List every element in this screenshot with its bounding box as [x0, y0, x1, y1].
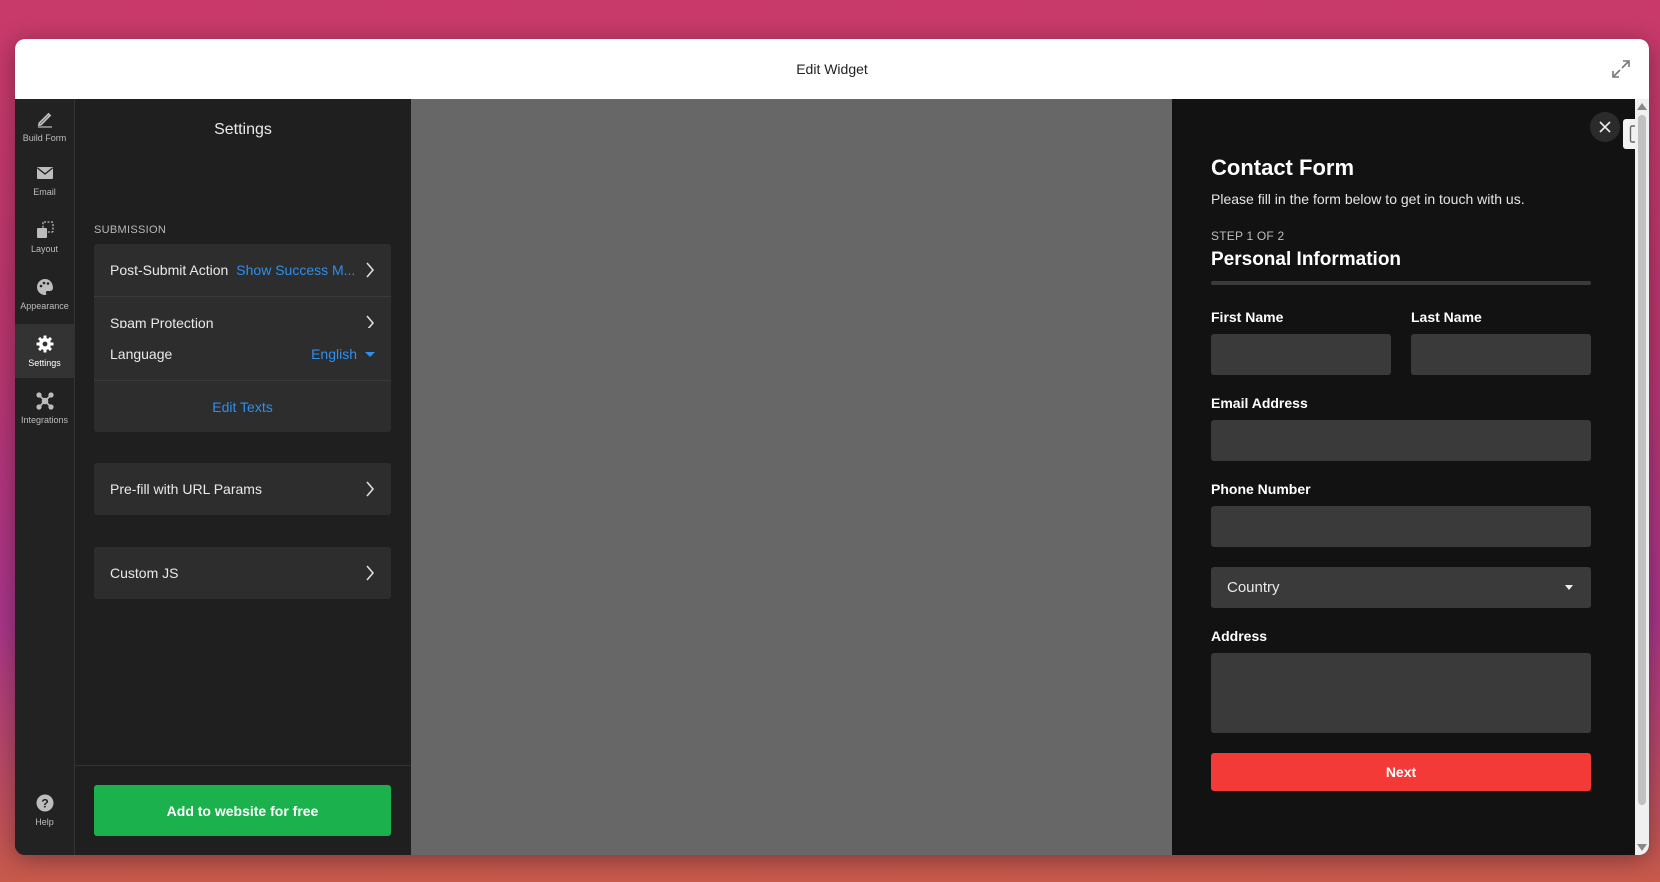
rail-item-email[interactable]: Email — [15, 153, 74, 207]
edit-texts-link[interactable]: Edit Texts — [94, 380, 391, 432]
settings-panel: Settings SUBMISSION Post-Submit Action S… — [75, 99, 411, 855]
email-input[interactable] — [1211, 420, 1591, 461]
address-input[interactable] — [1211, 653, 1591, 733]
integrations-icon — [35, 392, 54, 410]
rail-label: Build Form — [22, 133, 67, 143]
email-label: Email Address — [1211, 395, 1308, 411]
rail-item-settings[interactable]: Settings — [15, 324, 74, 378]
window-title: Edit Widget — [796, 61, 868, 77]
form-preview: Contact Form Please fill in the form bel… — [1172, 99, 1649, 855]
preview-scrollbar[interactable] — [1635, 99, 1649, 855]
step-indicator: STEP 1 OF 2 — [1211, 229, 1285, 243]
post-submit-label: Post-Submit Action — [110, 262, 229, 278]
rail-label: Appearance — [20, 301, 69, 311]
titlebar: Edit Widget — [15, 39, 1649, 99]
first-name-label: First Name — [1211, 309, 1284, 325]
section-label-submission: SUBMISSION — [94, 224, 167, 236]
rail-label: Help — [35, 817, 54, 827]
language-select[interactable]: English — [311, 346, 375, 362]
layout-icon — [36, 221, 54, 238]
prefill-label: Pre-fill with URL Params — [110, 481, 262, 497]
add-to-website-button[interactable]: Add to website for free — [94, 785, 391, 836]
palette-icon — [36, 279, 53, 295]
caret-down-icon — [365, 351, 375, 357]
close-preview-button[interactable] — [1590, 112, 1620, 142]
rail-item-layout[interactable]: Layout — [15, 210, 74, 264]
rail-label: Settings — [28, 358, 61, 368]
custom-js-card: Custom JS — [94, 547, 391, 599]
last-name-label: Last Name — [1411, 309, 1482, 325]
custom-js-label: Custom JS — [110, 565, 179, 581]
chevron-right-icon — [366, 262, 375, 278]
scrollbar-thumb[interactable] — [1638, 115, 1646, 805]
prefill-url-params-row[interactable]: Pre-fill with URL Params — [94, 463, 391, 515]
close-icon — [1599, 121, 1611, 133]
phone-input[interactable] — [1211, 506, 1591, 547]
first-name-input[interactable] — [1211, 334, 1391, 375]
chevron-right-icon — [366, 481, 375, 497]
prefill-card: Pre-fill with URL Params — [94, 463, 391, 515]
country-select[interactable]: Country — [1211, 567, 1591, 608]
phone-label: Phone Number — [1211, 481, 1311, 497]
form-subtitle: Please fill in the form below to get in … — [1211, 191, 1525, 207]
post-submit-value: Show Success M... — [236, 262, 356, 278]
language-label: Language — [110, 346, 173, 362]
form-title: Contact Form — [1211, 155, 1354, 180]
language-value: English — [311, 346, 357, 362]
chevron-right-icon — [366, 565, 375, 581]
edit-widget-window: Edit Widget Build Form Email Layout Appe… — [15, 39, 1649, 855]
step-progress-bar — [1211, 281, 1591, 285]
scroll-up-icon[interactable] — [1637, 103, 1647, 110]
icon-rail: Build Form Email Layout Appearance Setti… — [15, 99, 75, 855]
rail-item-appearance[interactable]: Appearance — [15, 267, 74, 321]
next-button[interactable]: Next — [1211, 753, 1591, 791]
gear-icon — [36, 335, 53, 353]
custom-js-row[interactable]: Custom JS — [94, 547, 391, 599]
address-label: Address — [1211, 628, 1268, 644]
country-select-value: Country — [1227, 579, 1280, 596]
last-name-input[interactable] — [1411, 334, 1591, 375]
editor-canvas — [411, 99, 1172, 855]
rail-label: Email — [33, 187, 56, 197]
rail-item-help[interactable]: ? Help — [15, 783, 74, 837]
language-card: Language English Edit Texts — [94, 328, 391, 432]
svg-text:?: ? — [41, 797, 48, 811]
settings-footer: Add to website for free — [75, 765, 411, 855]
envelope-icon — [36, 167, 53, 179]
scroll-down-icon[interactable] — [1637, 844, 1647, 851]
post-submit-action-row[interactable]: Post-Submit Action Show Success M... — [94, 244, 391, 296]
expand-icon[interactable] — [1609, 57, 1633, 81]
rail-item-integrations[interactable]: Integrations — [15, 381, 74, 435]
language-row[interactable]: Language English — [94, 328, 391, 380]
rail-label: Layout — [30, 244, 59, 254]
settings-title: Settings — [214, 121, 272, 138]
help-icon: ? — [36, 794, 53, 812]
contact-form: Contact Form Please fill in the form bel… — [1211, 155, 1591, 791]
pencil-icon — [37, 112, 52, 128]
step-title: Personal Information — [1211, 249, 1402, 270]
caret-down-icon — [1565, 585, 1573, 590]
rail-label: Integrations — [20, 415, 69, 425]
edit-texts-label: Edit Texts — [212, 398, 273, 415]
rail-item-build-form[interactable]: Build Form — [15, 99, 74, 153]
